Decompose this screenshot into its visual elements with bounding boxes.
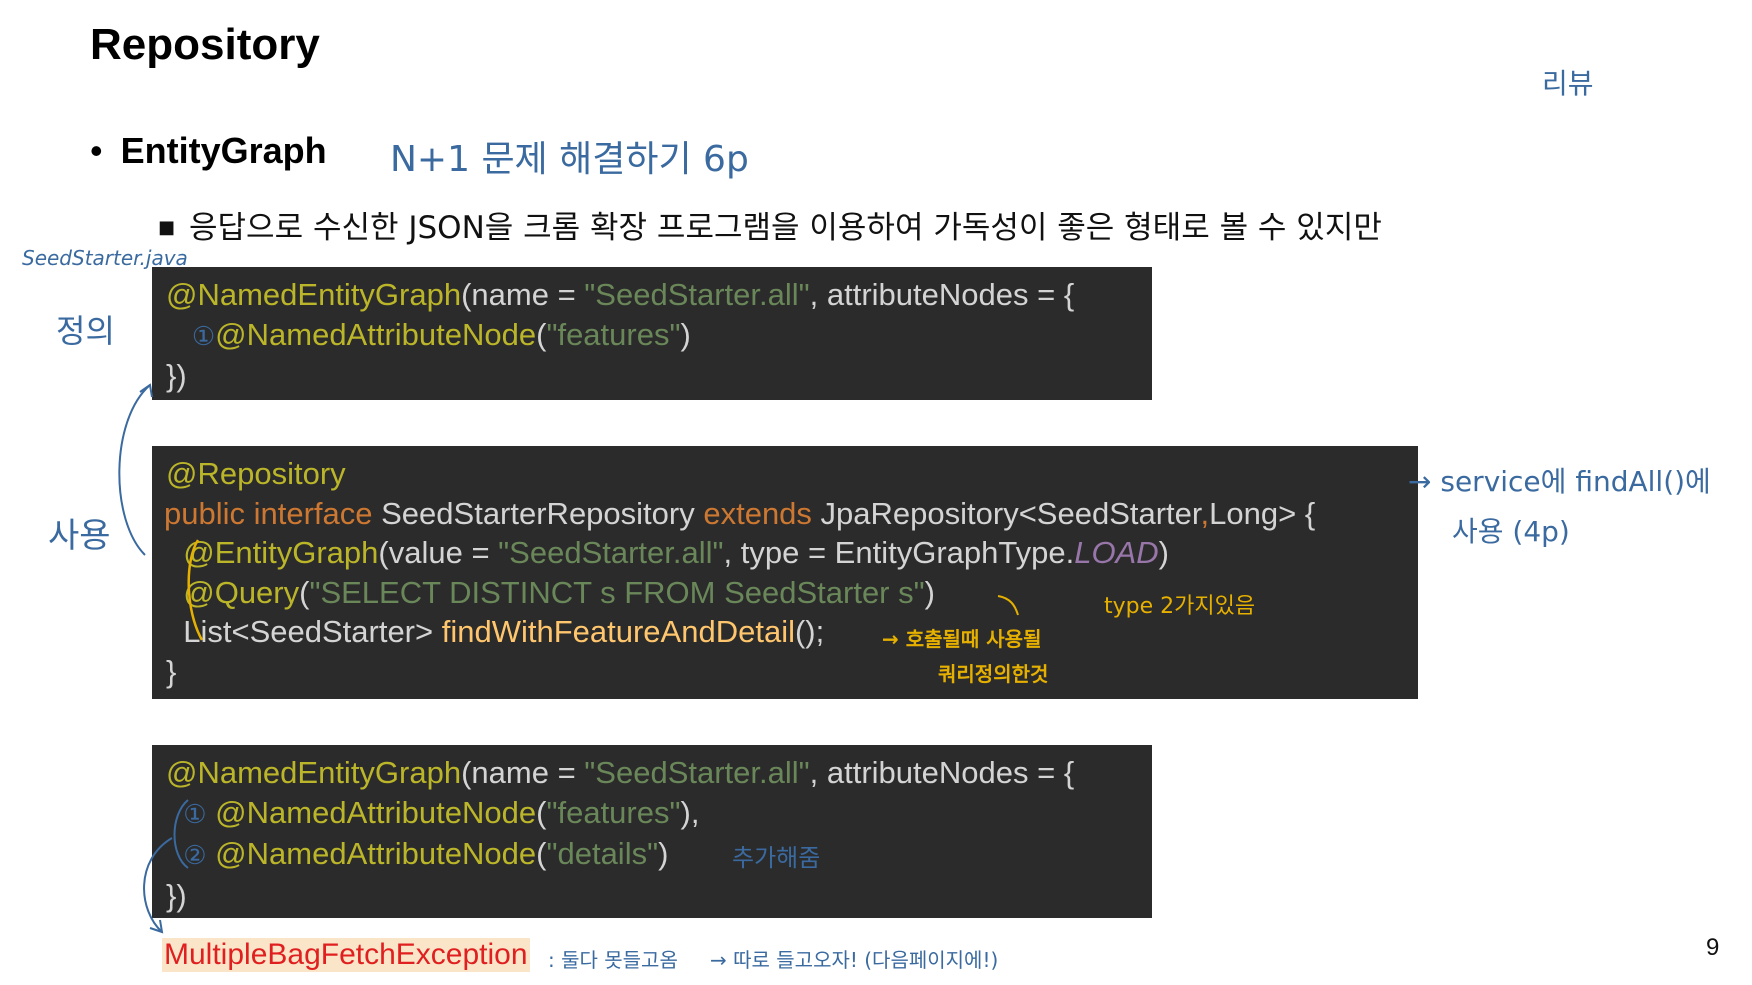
- arrow-to-exception: [143, 837, 173, 933]
- blue-bracket: [173, 799, 189, 869]
- handwriting-strokes: [118, 383, 1019, 934]
- orange-arrow-icon: [997, 595, 1019, 616]
- arrow-use-to-define: [118, 384, 151, 556]
- orange-bracket: [187, 539, 204, 641]
